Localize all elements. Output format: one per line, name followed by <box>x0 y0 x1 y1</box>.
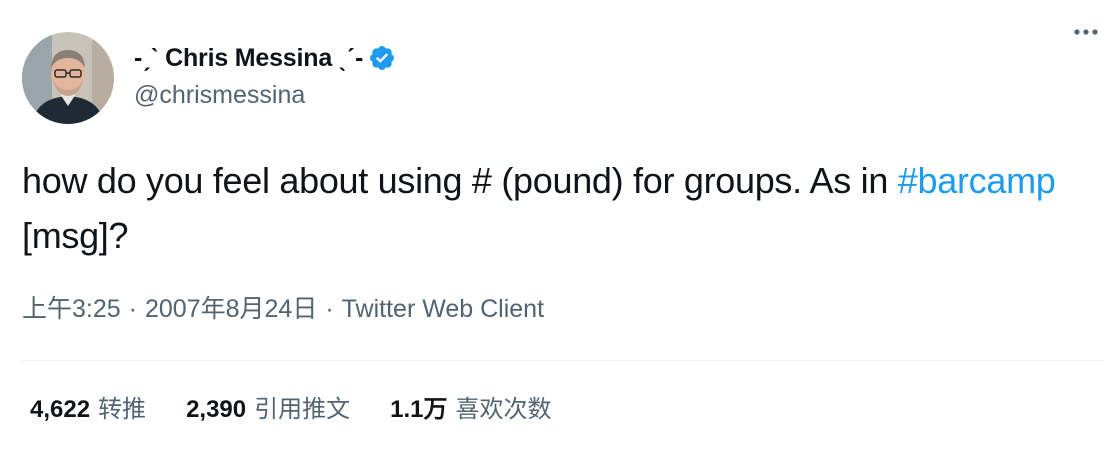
retweets-label: 转推 <box>98 396 147 423</box>
quote-tweets-count: 2,390 <box>186 396 247 423</box>
author-names: -ˏˋ Chris Messina ˎˊ- @chrismessina <box>134 30 396 122</box>
likes-count: 1.1万 <box>390 396 448 423</box>
tweet-meta: 上午3:25 · 2007年8月24日 · Twitter Web Client <box>22 293 544 325</box>
hashtag-link[interactable]: #barcamp <box>898 160 1056 201</box>
likes-label: 喜欢次数 <box>455 396 552 423</box>
author-handle[interactable]: @chrismessina <box>134 80 396 110</box>
tweet-text-after: [msg]? <box>22 215 129 256</box>
tweet-text: how do you feel about using # (pound) fo… <box>22 153 1102 263</box>
author-display-name[interactable]: -ˏˋ Chris Messina ˎˊ- <box>134 42 363 74</box>
avatar[interactable] <box>22 32 114 124</box>
avatar-image <box>22 32 114 124</box>
tweet-header: -ˏˋ Chris Messina ˎˊ- @chrismessina <box>22 30 1104 126</box>
likes-stat[interactable]: 1.1万 喜欢次数 <box>390 394 551 426</box>
tweet-text-before: how do you feel about using # (pound) fo… <box>22 160 898 201</box>
author-display-row[interactable]: -ˏˋ Chris Messina ˎˊ- <box>134 42 396 74</box>
retweets-count: 4,622 <box>30 396 91 423</box>
tweet-time: 上午3:25 <box>22 295 121 323</box>
divider <box>22 360 1104 361</box>
more-options-icon[interactable] <box>1066 12 1106 52</box>
quote-tweets-stat[interactable]: 2,390 引用推文 <box>186 394 350 426</box>
quote-tweets-label: 引用推文 <box>254 396 351 423</box>
tweet-card: -ˏˋ Chris Messina ˎˊ- @chrismessina how … <box>0 0 1120 450</box>
verified-badge-icon <box>368 44 396 72</box>
tweet-stats: 4,622 转推 2,390 引用推文 1.1万 喜欢次数 <box>30 394 592 426</box>
tweet-date: 2007年8月24日 <box>145 295 318 323</box>
retweets-stat[interactable]: 4,622 转推 <box>30 394 146 426</box>
meta-separator: · <box>128 295 137 323</box>
tweet-source-link[interactable]: Twitter Web Client <box>342 295 544 323</box>
tweet-time-link[interactable]: 上午3:25 · 2007年8月24日 <box>22 295 317 323</box>
meta-separator: · <box>325 295 334 323</box>
